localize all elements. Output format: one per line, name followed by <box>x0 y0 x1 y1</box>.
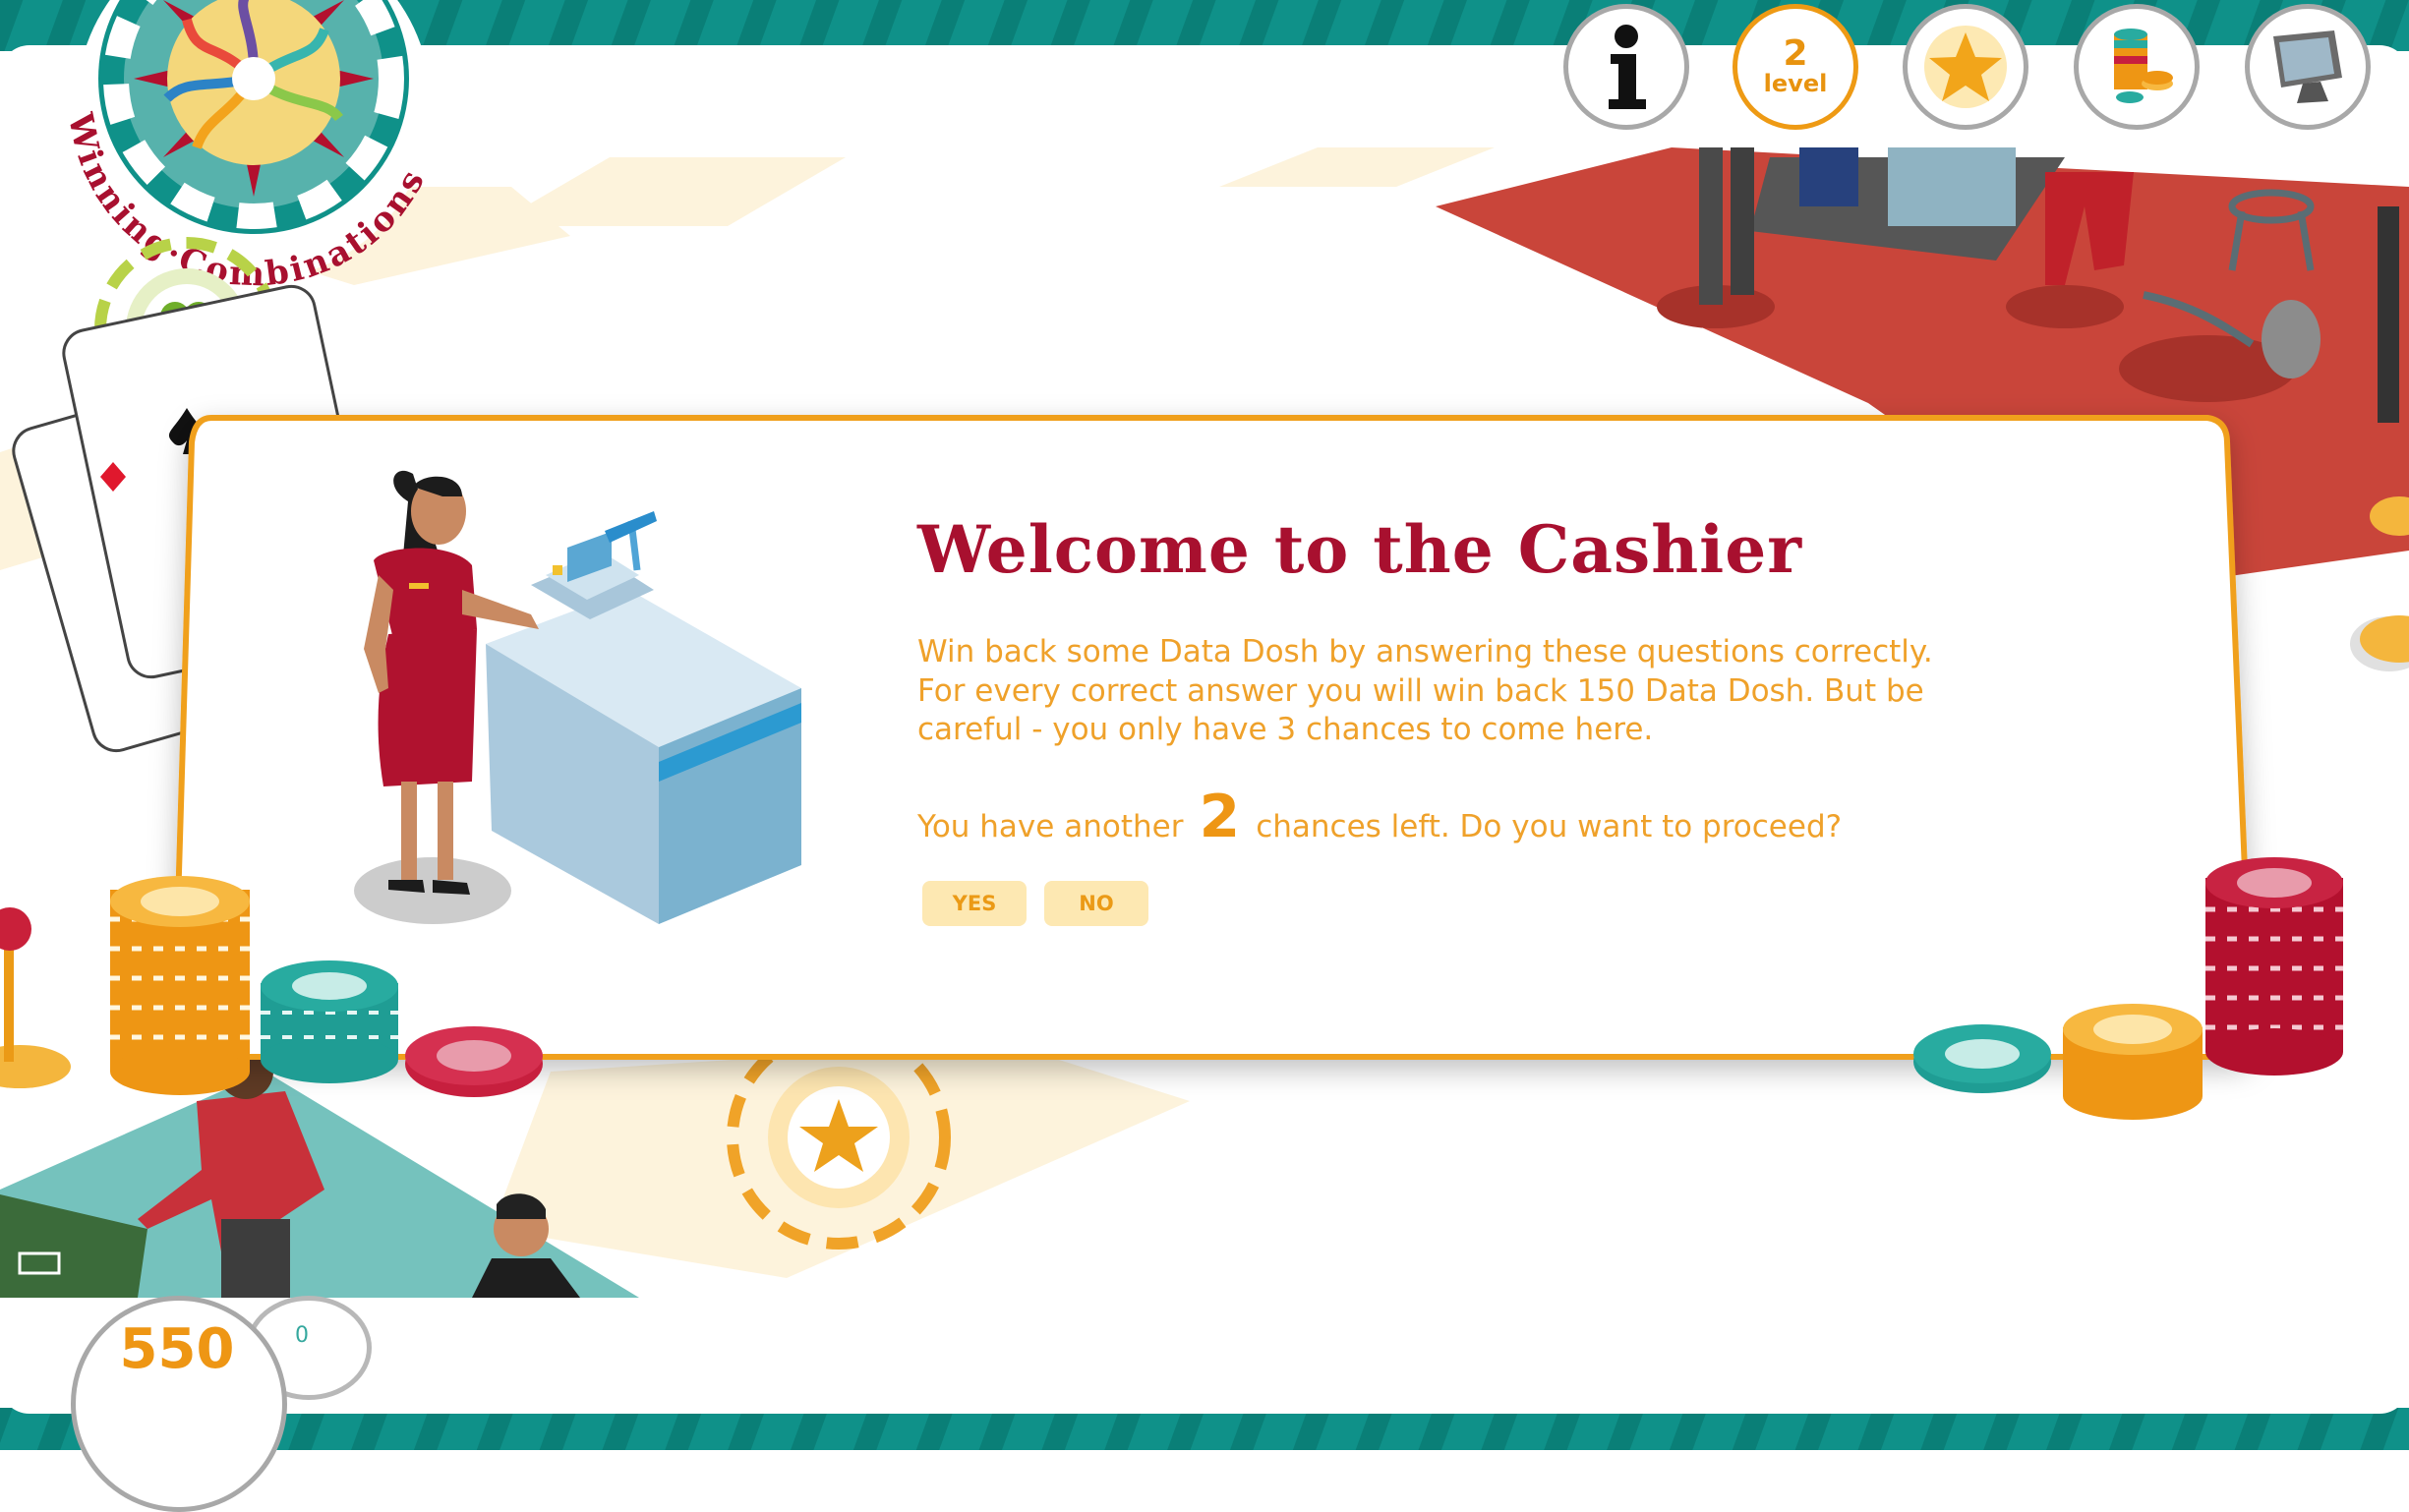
chances-line: You have another 2 chances left. Do you … <box>917 783 1842 851</box>
red-chip-stack-right <box>2205 857 2343 1076</box>
level-indicator[interactable]: 2 level <box>1733 4 1858 130</box>
chips-icon <box>2114 29 2173 103</box>
modal-paragraph-line-3: careful - you only have 3 chances to com… <box>917 712 1654 747</box>
score-value: 550 <box>119 1317 235 1381</box>
chances-prefix: You have another <box>917 809 1184 844</box>
level-number: 2 <box>1783 33 1808 74</box>
modal-paragraph-line-1: Win back some Data Dosh by answering the… <box>917 634 1933 669</box>
bubble-count: 0 <box>295 1323 309 1348</box>
chips-button[interactable] <box>2074 4 2200 130</box>
orange-chip-stack-right <box>2063 1004 2203 1120</box>
no-button[interactable]: NO <box>1044 881 1148 926</box>
info-button[interactable] <box>1563 4 1689 130</box>
yes-button[interactable]: YES <box>922 881 1027 926</box>
favorites-button[interactable] <box>1903 4 2028 130</box>
bottom-frame-band <box>0 1408 2409 1450</box>
red-chip-left <box>405 1026 543 1097</box>
star-icon <box>1924 26 2007 108</box>
chances-number: 2 <box>1199 783 1241 851</box>
modal-paragraph-line-2: For every correct answer you will win ba… <box>917 673 1924 709</box>
monitor-icon <box>2273 30 2342 103</box>
info-icon <box>1609 25 1646 109</box>
modal-title: Welcome to the Cashier <box>917 511 1803 588</box>
screen-button[interactable] <box>2245 4 2371 130</box>
teal-chip-stack-left <box>261 960 398 1083</box>
level-label: level <box>1763 70 1828 97</box>
orange-chip-stack-left <box>110 876 250 1095</box>
teal-chip-right <box>1913 1024 2051 1093</box>
chances-suffix: chances left. Do you want to proceed? <box>1256 809 1843 844</box>
